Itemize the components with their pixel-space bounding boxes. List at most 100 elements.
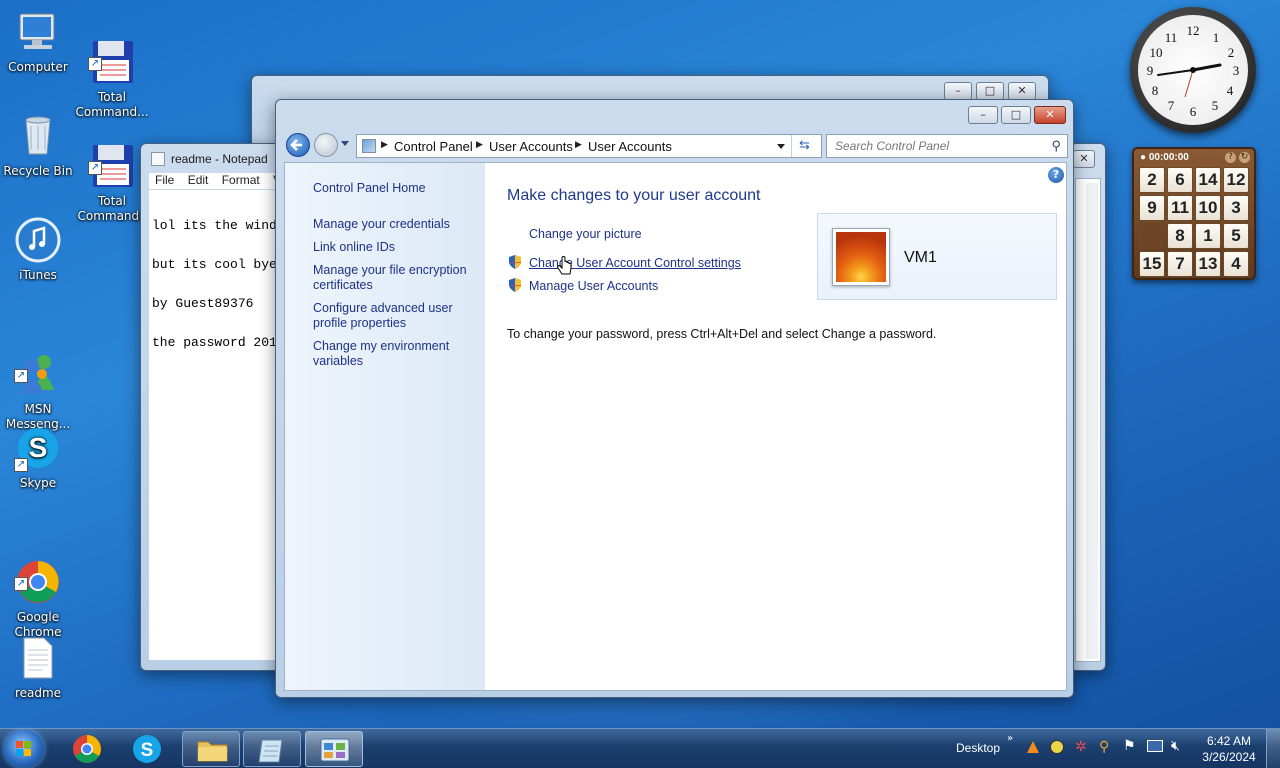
search-icon[interactable]: ⚲ (1051, 138, 1061, 154)
password-hint: To change your password, press Ctrl+Alt+… (507, 327, 937, 341)
show-desktop-button[interactable] (1266, 729, 1280, 768)
puzzle-tile[interactable]: 8 (1167, 223, 1193, 249)
recycle-bin-icon (14, 112, 62, 160)
address-bar[interactable]: ▶ Control Panel ▶ User Accounts ▶ User A… (356, 134, 822, 158)
desktop-icon-msn[interactable]: ↗ MSN Messeng... (0, 320, 76, 432)
svg-text:S: S (141, 740, 154, 761)
desktop-icon-total-commander-1[interactable]: ↗ Total Command... (74, 8, 150, 120)
tray-app-icon[interactable] (1050, 740, 1064, 754)
flower-image-icon (836, 232, 886, 282)
taskbar-skype[interactable]: S (120, 731, 174, 767)
text-area[interactable]: lol its the wind but its cool bye by Gue… (149, 190, 289, 660)
taskbar-notepad[interactable] (243, 731, 301, 767)
menu-file[interactable]: File (155, 173, 174, 187)
account-name: VM1 (904, 249, 937, 266)
start-button[interactable] (4, 730, 44, 768)
folder-icon (197, 741, 228, 762)
breadcrumb-item[interactable]: Control Panel (394, 139, 473, 154)
puzzle-tile[interactable]: 6 (1167, 167, 1193, 193)
floppy-disk-icon: ↗ (88, 23, 136, 83)
shortcut-arrow-icon: ↗ (88, 161, 102, 175)
minimize-button[interactable]: – (968, 106, 998, 124)
network-tool-icon[interactable]: ✲ (1075, 739, 1087, 755)
breadcrumb-item[interactable]: User Accounts (489, 139, 573, 154)
breadcrumb-item[interactable]: User Accounts (588, 139, 672, 154)
link-online-ids[interactable]: Link online IDs (313, 240, 478, 255)
link-manage-accounts[interactable]: Manage User Accounts (529, 279, 658, 294)
desktop-icon-readme[interactable]: readme (0, 634, 76, 701)
puzzle-tile[interactable]: 2 (1139, 167, 1165, 193)
taskbar-control-panel[interactable] (305, 731, 363, 767)
menu-edit[interactable]: Edit (188, 173, 209, 187)
link-control-panel-home[interactable]: Control Panel Home (313, 181, 426, 196)
puzzle-tile[interactable]: 4 (1223, 251, 1249, 277)
text-line: but its cool bye (152, 257, 277, 272)
puzzle-tile[interactable]: 15 (1139, 251, 1165, 277)
link-file-encryption[interactable]: Manage your file encryption certificates (313, 263, 478, 293)
desktop-toolbar-label[interactable]: Desktop (956, 741, 1000, 755)
control-panel-icon (320, 738, 350, 762)
back-arrow-icon (290, 139, 302, 151)
puzzle-tile[interactable]: 3 (1223, 195, 1249, 221)
link-manage-credentials[interactable]: Manage your credentials (313, 217, 478, 232)
taskbar-explorer[interactable] (182, 731, 240, 767)
forward-button[interactable] (314, 133, 338, 157)
desktop-icon-label: Total Commande (77, 194, 147, 223)
floppy-disk-icon: ↗ (88, 127, 136, 187)
text-file-icon (14, 634, 62, 682)
minimize-button[interactable]: – (944, 82, 972, 100)
account-picture[interactable] (832, 228, 890, 286)
hand-cursor-icon (557, 256, 572, 275)
desktop-icon-chrome[interactable]: ↗ Google Chrome (0, 528, 76, 640)
desktop-icon-recycle-bin[interactable]: Recycle Bin (0, 112, 76, 179)
toolbar-expand-icon[interactable]: » (1007, 733, 1013, 744)
back-button[interactable] (286, 133, 310, 157)
timer-value: 00:00:00 (1148, 152, 1189, 163)
control-panel-window[interactable]: – □ ✕ ▶ Control Panel ▶ User Accounts ▶ … (275, 99, 1074, 698)
notepad-icon (258, 739, 283, 763)
desktop-icon-itunes[interactable]: iTunes (0, 216, 76, 283)
puzzle-tile[interactable]: 14 (1195, 167, 1221, 193)
link-advanced-profile[interactable]: Configure advanced user profile properti… (313, 301, 473, 331)
maximize-button[interactable]: □ (976, 82, 1004, 100)
recent-pages-dropdown[interactable] (341, 141, 349, 146)
puzzle-shuffle-icon[interactable]: ↻ (1239, 152, 1250, 163)
close-button[interactable]: ✕ (1034, 106, 1066, 124)
volume-muted-icon[interactable]: 🔇︎ (1171, 738, 1180, 754)
clock-numeral: 7 (1168, 98, 1175, 113)
notepad-window[interactable]: readme - Notepad File Edit Format V lol … (140, 143, 290, 671)
desktop-icon-computer[interactable]: Computer (0, 8, 76, 75)
menu-format[interactable]: Format (222, 173, 260, 187)
desktop-icon-skype[interactable]: S ↗ Skype (0, 424, 76, 491)
avast-tray-icon[interactable] (1026, 740, 1040, 754)
puzzle-tile[interactable]: 10 (1195, 195, 1221, 221)
maximize-button[interactable]: □ (1001, 106, 1031, 124)
link-environment-variables[interactable]: Change my environment variables (313, 339, 473, 369)
puzzle-tile[interactable]: 5 (1223, 223, 1249, 249)
skype-icon: S (133, 735, 161, 763)
action-center-flag-icon[interactable]: ⚑ (1123, 738, 1136, 754)
link-change-picture[interactable]: Change your picture (529, 227, 642, 242)
search-tray-icon[interactable]: ⚲ (1099, 739, 1109, 755)
puzzle-tile[interactable]: 13 (1195, 251, 1221, 277)
puzzle-tile[interactable]: 7 (1167, 251, 1193, 277)
puzzle-tile[interactable]: 1 (1195, 223, 1221, 249)
puzzle-tile[interactable]: 9 (1139, 195, 1165, 221)
puzzle-tile[interactable]: 11 (1167, 195, 1193, 221)
refresh-icon[interactable]: ⇆ (799, 137, 810, 153)
system-clock[interactable]: 6:42 AM 3/26/2024 (1196, 733, 1262, 765)
help-icon[interactable]: ? (1048, 167, 1064, 183)
scrollbar[interactable] (1086, 183, 1098, 659)
desktop-icon-total-commander-2[interactable]: ↗ Total Commande (74, 112, 150, 224)
clock-gadget[interactable]: 12 1 2 3 4 5 6 7 8 9 10 11 (1130, 7, 1256, 133)
network-icon[interactable] (1147, 740, 1163, 752)
address-dropdown-icon[interactable] (777, 144, 785, 149)
slide-puzzle-gadget[interactable]: ● 00:00:00 ? ↻ 2 6 14 12 9 11 10 3 8 1 5… (1132, 147, 1256, 280)
close-button[interactable]: ✕ (1008, 82, 1036, 100)
computer-icon (14, 8, 62, 56)
search-input[interactable]: Search Control Panel ⚲ (826, 134, 1068, 158)
puzzle-help-icon[interactable]: ? (1225, 152, 1236, 163)
taskbar-chrome[interactable] (60, 731, 114, 767)
puzzle-tile[interactable]: 12 (1223, 167, 1249, 193)
close-button[interactable]: ✕ (1073, 150, 1095, 168)
